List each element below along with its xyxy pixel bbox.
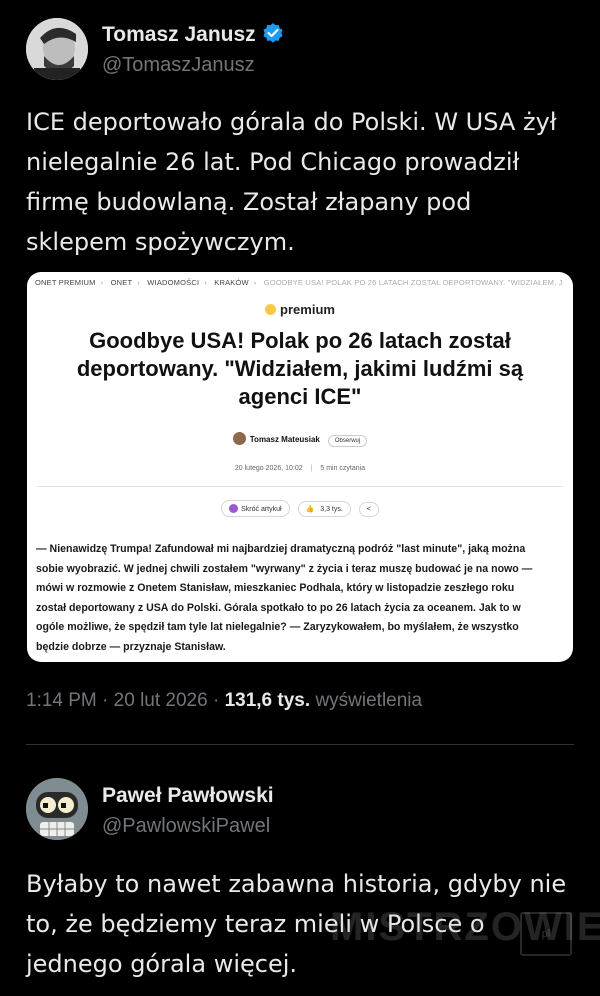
bender-avatar-icon bbox=[26, 778, 88, 840]
summary-button: Skróć artykuł bbox=[221, 500, 290, 517]
tweet-text-line: sklepem spożywczym. bbox=[26, 228, 295, 256]
likes-button: 👍 3,3 tys. bbox=[297, 501, 351, 517]
headline-line: deportowany. "Widziałem, jakimi ludźmi s… bbox=[76, 356, 524, 381]
chevron-right-icon: › bbox=[204, 278, 207, 287]
reply-text: Byłaby to nawet zabawna historia, gdyby … bbox=[26, 864, 586, 984]
views-label: wyświetlenia bbox=[315, 690, 423, 711]
author-handle[interactable]: @TomaszJanusz bbox=[102, 54, 255, 77]
article-actions: Skróć artykuł 👍 3,3 tys. < bbox=[27, 500, 573, 517]
reply-text-line: Byłaby to nawet zabawna historia, gdyby … bbox=[26, 870, 567, 898]
reply-author-handle[interactable]: @PawlowskiPawel bbox=[102, 815, 270, 838]
tweet-date[interactable]: 20 lut 2026 bbox=[114, 690, 208, 711]
watermark-badge: pl bbox=[520, 912, 572, 956]
body-line: sobie wyobrazić. W jednej chwili zostałe… bbox=[36, 562, 533, 575]
breadcrumb: ONET PREMIUM › ONET › WIADOMOŚCI › KRAKÓW › … bbox=[35, 278, 573, 287]
tweet-time[interactable]: 1:14 PM bbox=[26, 690, 97, 711]
tweet-text-line: firmę budowlaną. Został złapany pod bbox=[26, 188, 472, 216]
reply-text-line: to, że będziemy teraz mieli w Polsce o bbox=[26, 910, 485, 938]
verified-badge-icon bbox=[263, 23, 283, 43]
article-headline: Goodbye USA! Polak po 26 latach został d… bbox=[47, 327, 553, 411]
premium-label: premium bbox=[280, 302, 335, 317]
tweet-text: ICE deportowało górala do Polski. W USA … bbox=[26, 102, 586, 262]
summary-icon bbox=[229, 504, 239, 513]
chevron-right-icon: › bbox=[253, 278, 257, 287]
dot-separator: · bbox=[102, 690, 114, 711]
article-body: — Nienawidzę Trumpa! Zafundował mi najba… bbox=[36, 540, 566, 658]
article-author: Tomasz Mateusiak bbox=[249, 435, 320, 444]
breadcrumb-current: GOODBYE USA! POLAK PO 26 LATACH ZOSTAŁ D… bbox=[263, 278, 563, 287]
avatar-photo-icon bbox=[26, 18, 88, 80]
breadcrumb-item: KRAKÓW bbox=[214, 278, 249, 287]
breadcrumb-item: WIADOMOŚCI bbox=[147, 278, 200, 287]
thumbs-up-icon: 👍 bbox=[305, 506, 315, 513]
views-count: 131,6 tys. bbox=[224, 690, 311, 711]
breadcrumb-item: ONET PREMIUM bbox=[35, 278, 96, 287]
reply-author-name[interactable]: Paweł Pawłowski bbox=[102, 784, 274, 808]
body-line: będzie dobrze — przyznaje Stanisław. bbox=[36, 640, 226, 653]
premium-dot-icon bbox=[265, 304, 277, 315]
tweet-timestamp-row: 1:14 PM · 20 lut 2026 · 131,6 tys. wyświ… bbox=[26, 690, 422, 712]
article-divider bbox=[37, 486, 563, 487]
chevron-right-icon: › bbox=[100, 278, 104, 287]
body-line: ogóle możliwe, że spędził tam tyle lat n… bbox=[36, 621, 519, 634]
tweet-text-line: ICE deportowało górala do Polski. W USA … bbox=[26, 108, 557, 136]
body-line: został deportowany z USA do Polski. Góra… bbox=[36, 601, 521, 614]
article-meta: 20 lutego 2026, 10:02 | 5 min czytania bbox=[234, 465, 366, 472]
article-image[interactable]: ONET PREMIUM › ONET › WIADOMOŚCI › KRAKÓW › … bbox=[27, 272, 573, 662]
reply-text-line: jednego górala więcej. bbox=[26, 950, 298, 978]
tweet-divider bbox=[26, 744, 574, 745]
avatar-pawel[interactable] bbox=[26, 778, 88, 840]
body-line: — Nienawidzę Trumpa! Zafundował mi najba… bbox=[36, 543, 526, 555]
breadcrumb-item: ONET bbox=[110, 278, 133, 287]
author-avatar-icon bbox=[232, 432, 246, 445]
chevron-right-icon: › bbox=[137, 278, 140, 287]
headline-line: agenci ICE" bbox=[238, 384, 362, 409]
article-date: 20 lutego 2026, 10:02 bbox=[234, 465, 303, 472]
tweet-text-line: nielegalnie 26 lat. Pod Chicago prowadzi… bbox=[26, 148, 520, 176]
follow-button: Obserwuj bbox=[327, 435, 368, 447]
share-button: < bbox=[358, 502, 379, 517]
premium-badge: premium bbox=[27, 302, 573, 317]
dot-separator: · bbox=[212, 690, 225, 711]
author-name[interactable]: Tomasz Janusz bbox=[102, 22, 284, 47]
headline-line: Goodbye USA! Polak po 26 latach został bbox=[89, 328, 511, 353]
share-icon: < bbox=[366, 506, 371, 513]
avatar-tomasz[interactable] bbox=[26, 18, 88, 80]
article-author-row: Tomasz Mateusiak Obserwuj bbox=[27, 432, 573, 447]
author-name-text: Tomasz Janusz bbox=[102, 23, 256, 46]
article-read-time: 5 min czytania bbox=[320, 465, 366, 472]
body-line: mówi w rozmowie z Onetem Stanisław, mies… bbox=[36, 582, 515, 595]
